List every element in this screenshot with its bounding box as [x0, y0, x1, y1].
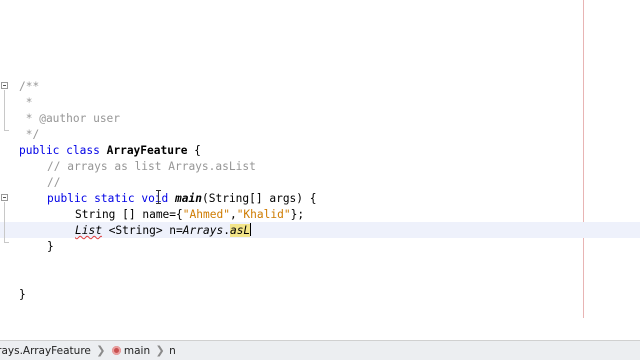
keyword: public	[19, 144, 60, 157]
keyword: class	[66, 144, 100, 157]
breadcrumb-variable[interactable]: n	[167, 341, 179, 360]
text-caret	[250, 223, 252, 236]
code-line-array-declaration[interactable]: String [] name={"Ahmed","Khalid"};	[75, 207, 304, 223]
code-line-closing-brace[interactable]: }	[19, 287, 26, 303]
fold-icon[interactable]	[1, 194, 8, 201]
code-line[interactable]: //	[47, 175, 60, 191]
code-text: <String> n=	[101, 224, 183, 237]
fold-guide	[4, 90, 5, 130]
method-name: main	[175, 192, 202, 205]
class-reference: Arrays	[182, 224, 224, 237]
breadcrumb-method[interactable]: main	[108, 341, 153, 360]
code-text: .	[223, 224, 230, 237]
string-literal: "Ahmed"	[182, 208, 230, 221]
string-literal: "Khalid"	[236, 208, 291, 221]
keyword: static	[94, 192, 135, 205]
code-text: ,	[229, 208, 237, 221]
fold-end	[4, 130, 9, 131]
code-line-class-declaration[interactable]: public class ArrayFeature {	[19, 143, 201, 159]
code-line[interactable]: /**	[19, 79, 39, 95]
code-line[interactable]: *	[19, 95, 33, 111]
breadcrumb-separator-icon: ❯	[155, 344, 165, 357]
fold-end	[4, 242, 9, 243]
breadcrumb-label: n	[169, 344, 176, 357]
breadcrumb-class[interactable]: rrays.ArrayFeature	[0, 341, 94, 360]
code-line-current[interactable]: List <String> n=Arrays.asL	[75, 223, 252, 239]
code-line-closing-brace[interactable]: }	[47, 239, 54, 255]
fold-guide	[4, 202, 5, 242]
class-name: ArrayFeature	[106, 144, 188, 157]
code-text: String [] name={	[75, 208, 183, 221]
method-params: (String[] args) {	[202, 192, 317, 205]
code-line[interactable]: */	[19, 127, 39, 143]
code-line-main-method[interactable]: public static void main(String[] args) {	[47, 191, 317, 207]
keyword: void	[141, 192, 169, 205]
method-icon	[111, 346, 121, 355]
type-name-error: List	[75, 224, 102, 237]
code-line[interactable]: // arrays as list Arrays.asList	[47, 159, 256, 175]
fold-icon[interactable]	[1, 82, 8, 89]
text-cursor-icon	[156, 190, 161, 204]
navigation-breadcrumb: rrays.ArrayFeature ❯ main ❯ n	[0, 340, 640, 360]
brace: {	[187, 144, 201, 157]
keyword: public	[47, 192, 88, 205]
right-gutter	[620, 0, 640, 340]
code-line[interactable]: * @author user	[19, 111, 120, 127]
breadcrumb-separator-icon: ❯	[96, 344, 106, 357]
right-margin-line	[583, 0, 584, 318]
code-editor[interactable]: /** * * @author user */ public class Arr…	[0, 0, 640, 340]
breadcrumb-label: main	[123, 344, 151, 357]
breadcrumb-label: rrays.ArrayFeature	[0, 344, 91, 357]
code-text: };	[290, 208, 305, 221]
typed-identifier-highlight: asL	[229, 224, 251, 237]
